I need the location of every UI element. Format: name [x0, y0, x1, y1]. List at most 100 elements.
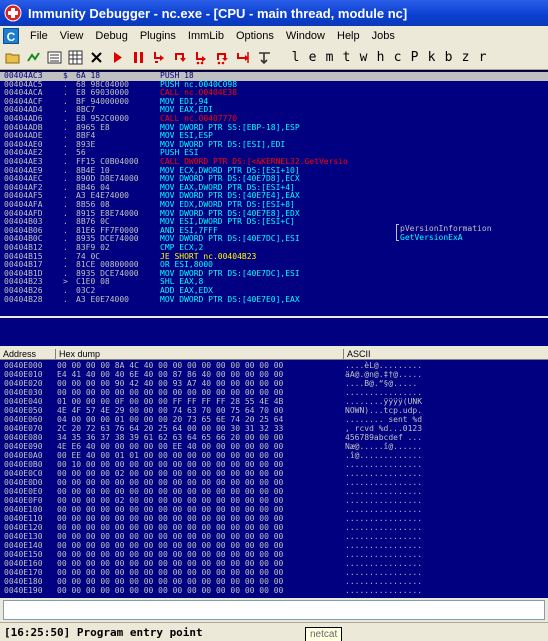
trace-into-icon[interactable] [193, 49, 210, 66]
disasm-address: 00404AFA [4, 200, 43, 209]
memory-dump-pane[interactable]: 0040E000 00 00 00 00 8A 4C 40 00 00 00 00… [0, 360, 548, 598]
disasm-row[interactable]: 00404AC3 $6A 18 PUSH 18 [0, 71, 548, 81]
shortcut-k[interactable]: k [423, 50, 440, 65]
disasm-instruction: MOV DWORD PTR DS:[40E7DC],ESI [160, 268, 300, 278]
disasm-row[interactable]: 00404AC5. 68 98C04000 PUSH nc.0040C098 [0, 80, 548, 90]
shortcut-h[interactable]: h [372, 50, 389, 65]
shortcut-m[interactable]: m [321, 50, 338, 65]
command-input[interactable] [3, 600, 545, 620]
shortcut-c[interactable]: c [389, 50, 406, 65]
dump-header-address[interactable]: Address [0, 349, 56, 360]
shortcut-P[interactable]: P [406, 50, 423, 65]
disasm-instruction: MOV EAX,DWORD PTR DS:[ESI+4] [160, 182, 295, 192]
disasm-hex: 8B4E 10 [76, 165, 110, 175]
restart-icon[interactable] [25, 49, 42, 66]
disasm-row[interactable]: 00404ADE. 8BF4 MOV ESI,ESP [0, 132, 548, 141]
disassembly-pane[interactable]: 00404B28. A3 E0E74000 MOV DWORD PTR DS:[40… [0, 70, 548, 316]
toolbar: l e m t w h c P k b z r [0, 46, 548, 70]
disasm-instruction: MOV EAX,EDI [160, 105, 213, 115]
shortcut-b[interactable]: b [440, 50, 457, 65]
menu-window[interactable]: Window [280, 30, 331, 42]
disasm-instruction: MOV EDI,94 [160, 96, 209, 106]
step-over-icon[interactable] [172, 49, 189, 66]
dump-header-hex[interactable]: Hex dump [56, 349, 344, 360]
menu-plugins[interactable]: Plugins [134, 30, 182, 42]
disasm-row[interactable]: 00404AE9. 8B4E 10 MOV ECX,DWORD PTR DS:[ES… [0, 165, 548, 176]
disasm-row[interactable]: 00404B17. 81CE 00800000 OR ESI,8000 [0, 261, 548, 270]
disasm-row[interactable]: 00404B28. A3 E0E74000 MOV DWORD PTR DS:[40… [0, 295, 548, 305]
disasm-row[interactable]: 00404AE2. 56 PUSH ESI [0, 149, 548, 158]
disasm-marker: . [63, 122, 68, 132]
disasm-marker: . [63, 139, 68, 149]
close-icon[interactable] [88, 49, 105, 66]
menu-help[interactable]: Help [331, 30, 366, 42]
shortcut-l[interactable]: l [287, 50, 304, 65]
disasm-instruction: MOV DWORD PTR DS:[40E7D8],ECX [160, 174, 300, 184]
status-message: [16:25:50] Program entry point [4, 626, 203, 639]
trace-over-icon[interactable] [214, 49, 231, 66]
cpu-window-icon[interactable]: C [3, 28, 19, 44]
dump-header: Address Hex dump ASCII [0, 349, 548, 360]
list-icon[interactable] [46, 49, 63, 66]
disasm-address: 00404B15 [4, 251, 43, 261]
disasm-row[interactable]: 00404AD4. 8BC7 MOV EAX,EDI [0, 106, 548, 115]
disasm-hex: FF15 C0B04000 [76, 157, 139, 166]
menu-file[interactable]: File [24, 30, 54, 42]
disasm-address: 00404B23 [4, 277, 43, 287]
disasm-row[interactable]: 00404B1D. 8935 DCE74000 MOV DWORD PTR DS:[… [0, 268, 548, 279]
shortcut-w[interactable]: w [355, 50, 372, 65]
disasm-row[interactable]: 00404AE0. 893E MOV DWORD PTR DS:[ESI],EDI [0, 139, 548, 150]
disasm-row[interactable]: 00404B26. 03C2 ADD EAX,EDX [0, 286, 548, 296]
disasm-instruction: ADD EAX,EDX [160, 286, 213, 295]
disasm-row[interactable]: 00404AEC. 890D D8E74000 MOV DWORD PTR DS:[… [0, 175, 548, 184]
disasm-row[interactable]: 00404AFA. 8B56 08 MOV EDX,DWORD PTR DS:[ES… [0, 200, 548, 210]
disasm-row[interactable]: 00404AD6. E8 952C0000 CALL nc.00407770 [0, 114, 548, 124]
shortcut-e[interactable]: e [304, 50, 321, 65]
disasm-row[interactable]: 00404B15. 74 0C JE SHORT nc.00404B23 [0, 251, 548, 262]
disasm-marker: . [63, 182, 68, 192]
api-hint: pVersionInformation GetVersionExA [396, 224, 492, 242]
shortcut-r[interactable]: r [474, 50, 491, 65]
shortcut-t[interactable]: t [338, 50, 355, 65]
run-icon[interactable] [109, 49, 126, 66]
disasm-row[interactable]: 00404ACA. E8 69030000 CALL nc.00404E38 [0, 89, 548, 98]
hint-function: GetVersionExA [400, 233, 463, 242]
disasm-marker: . [63, 148, 68, 158]
disasm-hex: A3 E4E74000 [76, 191, 129, 201]
disasm-row[interactable]: 00404AF5. A3 E4E74000 MOV DWORD PTR DS:[40… [0, 192, 548, 201]
execute-till-return-icon[interactable] [235, 49, 252, 66]
disasm-hex: C1E0 08 [76, 277, 110, 287]
disasm-marker: . [63, 114, 68, 123]
open-icon[interactable] [4, 49, 21, 66]
disasm-row[interactable]: 00404AFD. 8915 E8E74000 MOV DWORD PTR DS:[… [0, 209, 548, 219]
menu-jobs[interactable]: Jobs [366, 30, 401, 42]
disasm-instruction: MOV ECX,DWORD PTR DS:[ESI+10] [160, 165, 300, 175]
disasm-address: 00404B12 [4, 243, 43, 252]
disasm-hex: 6A 18 [76, 71, 101, 80]
shortcut-z[interactable]: z [457, 50, 474, 65]
disasm-address: 00404ADE [4, 131, 43, 141]
disasm-row[interactable]: 00404ACF. BF 94000000 MOV EDI,94 [0, 96, 548, 107]
menu-options[interactable]: Options [230, 30, 280, 42]
info-pane[interactable] [0, 316, 548, 346]
pause-icon[interactable] [130, 49, 147, 66]
disasm-marker: . [63, 286, 68, 295]
menu-view[interactable]: View [54, 30, 90, 42]
step-into-icon[interactable] [151, 49, 168, 66]
disasm-address: 00404AE9 [4, 165, 43, 175]
dump-row[interactable]: 0040E190 00 00 00 00 00 00 00 00 00 00 00… [0, 586, 548, 596]
grid-icon[interactable] [67, 49, 84, 66]
dump-header-ascii[interactable]: ASCII [344, 349, 548, 360]
disasm-row[interactable]: 00404AF2. 8B46 04 MOV EAX,DWORD PTR DS:[ES… [0, 182, 548, 193]
disasm-instruction: JE SHORT nc.00404B23 [160, 251, 257, 261]
disasm-row[interactable]: 00404ADB. 8965 E8 MOV DWORD PTR SS:[EBP-18… [0, 122, 548, 133]
go-to-icon[interactable] [256, 49, 273, 66]
disasm-row[interactable]: 00404B12. 83F9 02 CMP ECX,2 [0, 243, 548, 253]
disasm-marker: . [63, 191, 68, 201]
disasm-row[interactable]: 00404AE3. FF15 C0B04000 CALL DWORD PTR DS:… [0, 157, 548, 167]
menu-debug[interactable]: Debug [89, 30, 133, 42]
disasm-marker: . [63, 225, 68, 235]
disasm-address: 00404B1D [4, 268, 43, 278]
menu-immlib[interactable]: ImmLib [182, 30, 230, 42]
disasm-row[interactable]: 00404B23 > C1E0 08 SHL EAX,8 [0, 278, 548, 287]
